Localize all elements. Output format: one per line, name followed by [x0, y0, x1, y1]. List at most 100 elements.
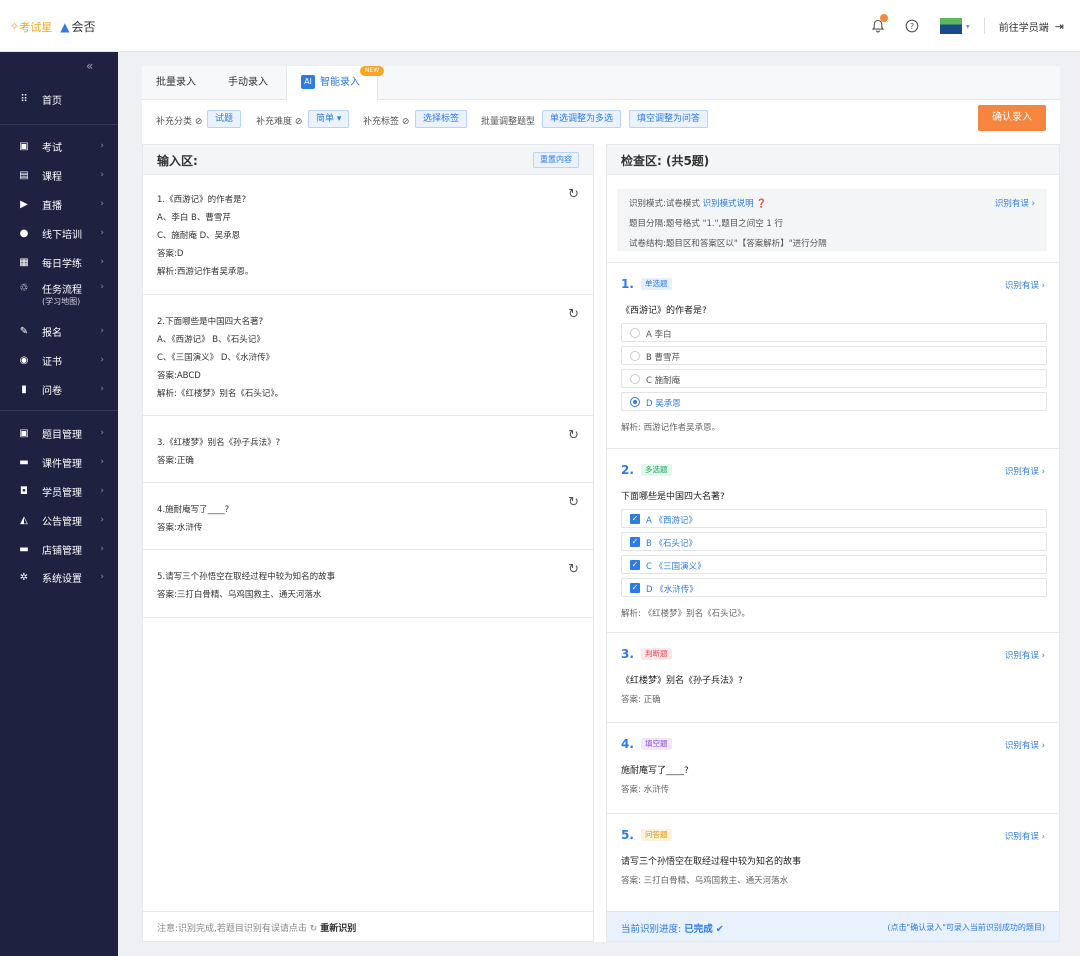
- input-line: 答案:正确: [157, 456, 194, 466]
- collapse-icon[interactable]: «: [86, 59, 93, 73]
- logo-star-icon: ✧: [10, 20, 20, 33]
- checkbox-checked[interactable]: ✓: [630, 514, 640, 524]
- question-type-tag: 多选题: [641, 464, 672, 476]
- sidebar-item-daily-practice[interactable]: ▦ 每日学练 ›: [0, 249, 118, 275]
- sidebar-item-task-flow[interactable]: ♲ 任务流程 (学习地图) ›: [0, 278, 118, 308]
- mode-help-link[interactable]: 识别模式说明: [703, 199, 754, 209]
- sidebar-item-label: 题目管理: [42, 429, 82, 441]
- checkbox-checked[interactable]: ✓: [630, 560, 640, 570]
- report-error-link[interactable]: 识别有误 ›: [1005, 739, 1045, 751]
- report-error-link[interactable]: 识别有误 ›: [995, 197, 1035, 209]
- entry-tabs: 批量录入 手动录入 AI 智能录入 NEW: [142, 66, 1060, 101]
- report-error-link[interactable]: 识别有误 ›: [1005, 830, 1045, 842]
- help-icon[interactable]: ?: [902, 16, 922, 36]
- option-item[interactable]: ✓ C 《三国演义》: [621, 555, 1047, 574]
- logo[interactable]: ✧ 考试星 ▲ 会否: [10, 18, 95, 35]
- sidebar-item-course[interactable]: ▤ 课程 ›: [0, 162, 118, 188]
- option-item[interactable]: B 曹雪芹: [621, 346, 1047, 365]
- input-question-block[interactable]: ↻ 1.《西游记》的作者是? A、李白 B、曹雪芹 C、施耐庵 D、吴承恩 答案…: [143, 175, 593, 295]
- sidebar-item-home[interactable]: ⠿ 首页: [0, 86, 118, 112]
- radio-button[interactable]: [630, 374, 640, 384]
- input-line: 5.请写三个孙悟空在取经过程中较为知名的故事: [157, 572, 336, 582]
- option-item[interactable]: ✓ A 《西游记》: [621, 509, 1047, 528]
- refresh-icon[interactable]: ↻: [568, 562, 579, 577]
- chevron-right-icon: ›: [100, 228, 104, 238]
- input-line: 答案:三打白骨精、乌鸡国救主、通天河落水: [157, 590, 322, 600]
- sidebar-item-certificate[interactable]: ◉ 证书 ›: [0, 347, 118, 373]
- sidebar-item-registration[interactable]: ✎ 报名 ›: [0, 318, 118, 344]
- refresh-icon[interactable]: ↻: [568, 307, 579, 322]
- radio-button[interactable]: [630, 351, 640, 361]
- chevron-right-icon: ›: [100, 457, 104, 467]
- chevron-right-icon: ›: [100, 428, 104, 438]
- input-question-block[interactable]: ↻ 3.《红楼梦》别名《孙子兵法》? 答案:正确: [143, 416, 593, 483]
- new-badge: NEW: [360, 66, 385, 76]
- sidebar-item-label: 课程: [42, 171, 62, 183]
- sidebar-item-label: 任务流程: [42, 284, 82, 296]
- sidebar-item-courseware-mgmt[interactable]: ▬ 课件管理 ›: [0, 449, 118, 475]
- help-icon-svg: ?: [905, 19, 919, 33]
- confirm-entry-button[interactable]: 确认录入: [978, 105, 1046, 131]
- checkbox-checked[interactable]: ✓: [630, 537, 640, 547]
- help-icon[interactable]: ❓: [756, 199, 767, 209]
- question-number: 5.: [621, 828, 634, 842]
- option-item[interactable]: ✓ B 《石头记》: [621, 532, 1047, 551]
- sidebar: « ⠿ 首页 ▣ 考试 › ▤ 课程 › ▶ 直播 › ● 线下培训 › ▦ 每…: [0, 52, 118, 956]
- difficulty-select[interactable]: 简单 ▾: [308, 110, 350, 128]
- single-to-multi-button[interactable]: 单选调整为多选: [542, 110, 622, 128]
- sidebar-item-store-mgmt[interactable]: ▬ 店铺管理 ›: [0, 536, 118, 562]
- refresh-icon[interactable]: ↻: [568, 428, 579, 443]
- radio-button-selected[interactable]: [630, 397, 640, 407]
- check-question-card: 2. 多选题 识别有误 › 下面哪些是中国四大名著? ✓ A 《西游记》 ✓ B 《…: [607, 449, 1059, 633]
- option-item[interactable]: A 李白: [621, 323, 1047, 342]
- option-item[interactable]: C 施耐庵: [621, 369, 1047, 388]
- sidebar-item-system-settings[interactable]: ✲ 系统设置 ›: [0, 564, 118, 590]
- split-line: 题目分隔:题号格式 "1.",题目之间空 1 行: [629, 219, 784, 229]
- input-line: 2.下面哪些是中国四大名著?: [157, 317, 264, 327]
- sidebar-item-notice-mgmt[interactable]: ◭ 公告管理 ›: [0, 507, 118, 533]
- sidebar-item-live[interactable]: ▶ 直播 ›: [0, 191, 118, 217]
- sidebar-item-exam[interactable]: ▣ 考试 ›: [0, 133, 118, 159]
- sidebar-item-label: 系统设置: [42, 573, 82, 585]
- refresh-icon[interactable]: ↻: [568, 495, 579, 510]
- tab-batch-entry[interactable]: 批量录入: [156, 66, 196, 100]
- category-select-button[interactable]: 试题: [207, 110, 242, 128]
- option-item[interactable]: D 吴承恩: [621, 392, 1047, 411]
- structure-line: 试卷结构:题目区和答案区以"【答案解析】"进行分隔: [629, 239, 827, 249]
- bell-icon[interactable]: [868, 14, 888, 36]
- select-tag-button[interactable]: 选择标签: [415, 110, 468, 128]
- question-number: 3.: [621, 647, 634, 661]
- input-panel-footer: 注意:识别完成,若题目识别有误请点击 ↻ 重新识别: [143, 911, 593, 941]
- sidebar-item-label: 首页: [42, 95, 62, 107]
- input-line: 解析:西游记作者吴承恩。: [157, 267, 254, 277]
- refresh-icon[interactable]: ↻: [568, 187, 579, 202]
- input-question-block[interactable]: ↻ 5.请写三个孙悟空在取经过程中较为知名的故事 答案:三打白骨精、乌鸡国救主、…: [143, 550, 593, 618]
- report-error-link[interactable]: 识别有误 ›: [1005, 649, 1045, 661]
- tab-manual-entry[interactable]: 手动录入: [228, 66, 268, 100]
- input-question-block[interactable]: ↻ 2.下面哪些是中国四大名著? A、《西游记》 B、《石头记》 C、《三国演义…: [143, 295, 593, 416]
- report-error-link[interactable]: 识别有误 ›: [1005, 465, 1045, 477]
- input-question-block[interactable]: ↻ 4.施耐庵写了____? 答案:水浒传: [143, 483, 593, 550]
- reset-content-button[interactable]: 重置内容: [533, 152, 579, 168]
- report-error-link[interactable]: 识别有误 ›: [1005, 279, 1045, 291]
- re-recognize-link[interactable]: 重新识别: [320, 924, 356, 934]
- option-item[interactable]: ✓ D 《水浒传》: [621, 578, 1047, 597]
- sidebar-item-offline-training[interactable]: ● 线下培训 ›: [0, 220, 118, 246]
- progress-status: 当前识别进度: 已完成 ✔: [621, 924, 724, 935]
- avatar[interactable]: [939, 18, 962, 34]
- fill-to-essay-button[interactable]: 填空调整为问答: [629, 110, 709, 128]
- input-line: 1.《西游记》的作者是?: [157, 195, 247, 205]
- radio-button[interactable]: [630, 328, 640, 338]
- check-question-card: 5. 问答题 识别有误 › 请写三个孙悟空在取经过程中较为知名的故事 答案: 三…: [607, 814, 1059, 913]
- category-label: 补充分类 ⊘: [156, 117, 203, 127]
- chevron-down-icon[interactable]: ▾: [966, 22, 970, 31]
- sidebar-item-student-mgmt[interactable]: ◘ 学员管理 ›: [0, 478, 118, 504]
- question-type-tag: 问答题: [641, 829, 672, 841]
- input-line: 答案:D: [157, 249, 184, 259]
- sidebar-item-question-mgmt[interactable]: ▣ 题目管理 ›: [0, 420, 118, 446]
- exit-icon[interactable]: ⇥: [1055, 20, 1064, 33]
- student-portal-link[interactable]: 前往学员端: [999, 19, 1049, 34]
- sidebar-item-label: 直播: [42, 200, 62, 212]
- checkbox-checked[interactable]: ✓: [630, 583, 640, 593]
- sidebar-item-survey[interactable]: ▮ 问卷 ›: [0, 376, 118, 402]
